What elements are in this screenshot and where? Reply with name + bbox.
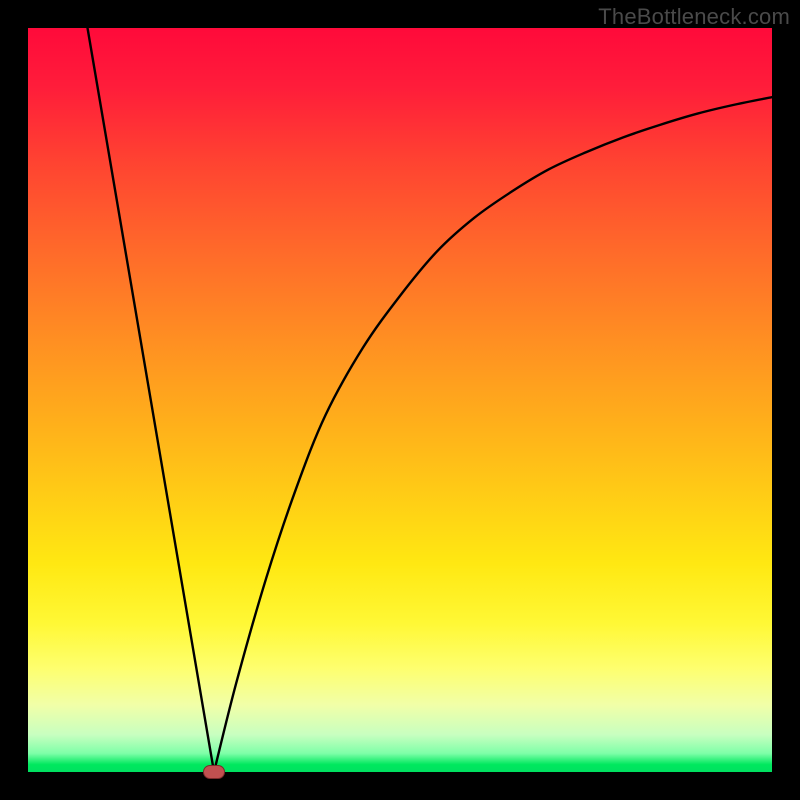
plot-area [28,28,772,772]
watermark-text: TheBottleneck.com [598,4,790,30]
bottleneck-marker [203,765,225,779]
curve-path [88,28,772,772]
chart-frame: TheBottleneck.com [0,0,800,800]
bottleneck-curve [28,28,772,772]
